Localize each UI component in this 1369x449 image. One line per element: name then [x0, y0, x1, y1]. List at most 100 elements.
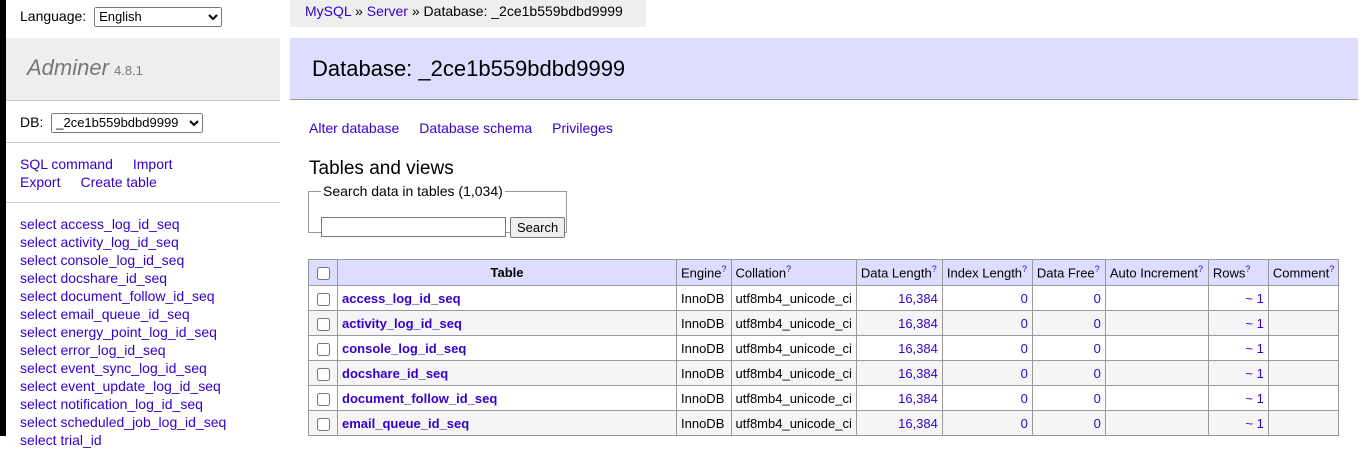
- sidebar-table-link[interactable]: select email_queue_id_seq: [20, 306, 190, 322]
- sidebar-table-item: select scheduled_job_log_id_seq: [20, 413, 226, 431]
- data-length-link[interactable]: 16,384: [898, 316, 938, 331]
- data-free-link[interactable]: 0: [1094, 291, 1101, 306]
- help-icon[interactable]: ?: [932, 264, 937, 274]
- auto-increment-cell: [1104, 360, 1209, 386]
- help-icon[interactable]: ?: [1095, 264, 1100, 274]
- tables-table: Table Engine? Collation? Data Length? In…: [308, 259, 1340, 436]
- row-checkbox[interactable]: [317, 367, 330, 381]
- export-link[interactable]: Export: [20, 174, 60, 190]
- rows-link[interactable]: ~ 1: [1245, 391, 1263, 406]
- language-select[interactable]: English: [94, 6, 223, 27]
- comment-cell: [1267, 335, 1340, 361]
- help-icon[interactable]: ?: [1022, 264, 1027, 274]
- sidebar-table-link[interactable]: select console_log_id_seq: [20, 252, 184, 268]
- help-icon[interactable]: ?: [1245, 264, 1250, 274]
- comment-cell: [1267, 385, 1340, 411]
- alter-database-link[interactable]: Alter database: [309, 120, 399, 136]
- index-length-link[interactable]: 0: [1021, 391, 1028, 406]
- table-row: console_log_id_seq InnoDB utf8mb4_unicode_…: [308, 335, 1340, 361]
- rows-link[interactable]: ~ 1: [1245, 291, 1263, 306]
- database-actions: Alter database Database schema Privileges: [309, 120, 633, 136]
- table-name-cell: console_log_id_seq: [337, 335, 677, 361]
- sidebar-table-item: select activity_log_id_seq: [20, 233, 226, 251]
- sql-command-link[interactable]: SQL command: [20, 156, 113, 172]
- row-checkbox[interactable]: [317, 417, 330, 431]
- data-free-link[interactable]: 0: [1094, 341, 1101, 356]
- index-length-link[interactable]: 0: [1021, 291, 1028, 306]
- row-checkbox[interactable]: [317, 317, 330, 331]
- breadcrumb-separator: »: [351, 3, 367, 19]
- data-length-link[interactable]: 16,384: [898, 391, 938, 406]
- search-button[interactable]: Search: [510, 217, 566, 238]
- data-free-link[interactable]: 0: [1094, 416, 1101, 431]
- app-name-link[interactable]: Adminer: [27, 55, 109, 81]
- page-header: Database: _2ce1b559bdbd9999: [290, 38, 1358, 100]
- help-icon[interactable]: ?: [1198, 264, 1203, 274]
- row-checkbox[interactable]: [317, 392, 330, 406]
- rows-link[interactable]: ~ 1: [1245, 341, 1263, 356]
- data-length-link[interactable]: 16,384: [898, 341, 938, 356]
- index-length-link[interactable]: 0: [1021, 341, 1028, 356]
- data-length-link[interactable]: 16,384: [898, 291, 938, 306]
- create-table-link[interactable]: Create table: [80, 174, 156, 190]
- header-collation: Collation?: [730, 259, 857, 286]
- breadcrumb-server[interactable]: Server: [367, 3, 408, 19]
- data-free-link[interactable]: 0: [1094, 316, 1101, 331]
- sidebar-table-link[interactable]: select event_update_log_id_seq: [20, 378, 221, 394]
- table-name-link[interactable]: console_log_id_seq: [342, 341, 466, 356]
- help-icon[interactable]: ?: [786, 264, 791, 274]
- sidebar-table-link[interactable]: select trial_id: [20, 432, 102, 448]
- sidebar-table-link[interactable]: select activity_log_id_seq: [20, 234, 179, 250]
- rows-link[interactable]: ~ 1: [1245, 366, 1263, 381]
- comment-cell: [1267, 310, 1340, 336]
- rows-link[interactable]: ~ 1: [1245, 416, 1263, 431]
- header-select-all: [308, 259, 338, 286]
- table-name-link[interactable]: document_follow_id_seq: [342, 391, 497, 406]
- db-select[interactable]: _2ce1b559bdbd9999: [51, 112, 204, 133]
- row-select-cell: [308, 310, 338, 336]
- row-select-cell: [308, 285, 338, 311]
- help-icon[interactable]: ?: [1329, 264, 1334, 274]
- sidebar-table-link[interactable]: select access_log_id_seq: [20, 216, 180, 232]
- rows-cell: ~ 1: [1207, 310, 1269, 336]
- data-free-link[interactable]: 0: [1094, 391, 1101, 406]
- data-free-link[interactable]: 0: [1094, 366, 1101, 381]
- index-length-cell: 0: [941, 360, 1033, 386]
- header-data-length: Data Length?: [855, 259, 943, 286]
- import-link[interactable]: Import: [133, 156, 173, 172]
- sidebar-table-link[interactable]: select docshare_id_seq: [20, 270, 167, 286]
- data-length-link[interactable]: 16,384: [898, 366, 938, 381]
- db-label: DB:: [20, 114, 44, 130]
- table-name-link[interactable]: activity_log_id_seq: [342, 316, 462, 331]
- sidebar-table-link[interactable]: select document_follow_id_seq: [20, 288, 215, 304]
- data-free-cell: 0: [1031, 310, 1106, 336]
- header-auto-increment: Auto Increment?: [1104, 259, 1209, 286]
- table-name-link[interactable]: docshare_id_seq: [342, 366, 448, 381]
- breadcrumb-mysql[interactable]: MySQL: [305, 3, 351, 19]
- table-name-cell: docshare_id_seq: [337, 360, 677, 386]
- header-rows: Rows?: [1207, 259, 1269, 286]
- row-checkbox[interactable]: [317, 342, 330, 356]
- search-input[interactable]: [321, 217, 506, 237]
- auto-increment-cell: [1104, 410, 1209, 436]
- sidebar-table-link[interactable]: select error_log_id_seq: [20, 342, 166, 358]
- sidebar-table-link[interactable]: select notification_log_id_seq: [20, 396, 203, 412]
- sidebar-table-link[interactable]: select scheduled_job_log_id_seq: [20, 414, 226, 430]
- sidebar: Language: English Adminer 4.8.1 DB: _2ce…: [6, 0, 280, 448]
- index-length-link[interactable]: 0: [1021, 416, 1028, 431]
- sidebar-table-link[interactable]: select energy_point_log_id_seq: [20, 324, 217, 340]
- row-checkbox[interactable]: [317, 292, 330, 306]
- privileges-link[interactable]: Privileges: [552, 120, 613, 136]
- table-name-link[interactable]: access_log_id_seq: [342, 291, 461, 306]
- data-length-link[interactable]: 16,384: [898, 416, 938, 431]
- rows-link[interactable]: ~ 1: [1245, 316, 1263, 331]
- table-name-link[interactable]: email_queue_id_seq: [342, 416, 469, 431]
- data-length-cell: 16,384: [855, 310, 943, 336]
- help-icon[interactable]: ?: [721, 264, 726, 274]
- sidebar-table-link[interactable]: select event_sync_log_id_seq: [20, 360, 207, 376]
- database-schema-link[interactable]: Database schema: [419, 120, 532, 136]
- rows-cell: ~ 1: [1207, 360, 1269, 386]
- index-length-link[interactable]: 0: [1021, 316, 1028, 331]
- index-length-link[interactable]: 0: [1021, 366, 1028, 381]
- select-all-checkbox[interactable]: [317, 267, 330, 281]
